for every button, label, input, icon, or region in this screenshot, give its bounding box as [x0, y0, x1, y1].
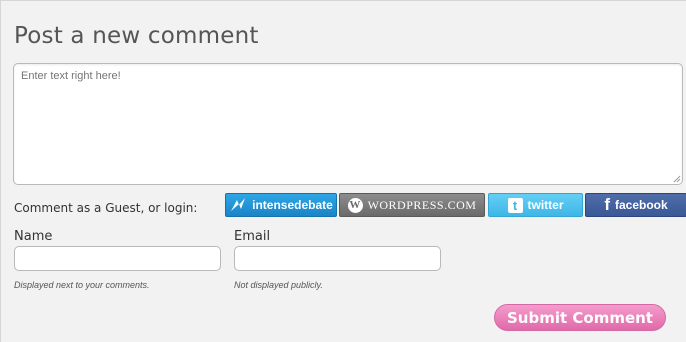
email-input[interactable] — [234, 246, 441, 271]
comment-panel: Post a new comment Comment as a Guest, o… — [0, 0, 686, 342]
intensedebate-login-button[interactable]: intensedebate — [225, 193, 337, 217]
twitter-login-button[interactable]: t twitter — [488, 193, 583, 217]
wordpress-label: WORDPRESS.COM — [367, 197, 477, 212]
name-hint: Displayed next to your comments. — [14, 280, 150, 290]
intensedebate-icon — [229, 197, 247, 213]
name-label: Name — [14, 229, 53, 244]
email-hint: Not displayed publicly. — [234, 280, 323, 290]
submit-comment-button[interactable]: Submit Comment — [494, 304, 666, 331]
facebook-label: facebook — [614, 198, 668, 212]
twitter-icon: t — [507, 197, 523, 213]
comment-textarea[interactable] — [13, 63, 683, 185]
login-row: Comment as a Guest, or login: — [14, 197, 204, 219]
intensedebate-label: intensedebate — [252, 198, 333, 212]
wordpress-login-button[interactable]: W WORDPRESS.COM — [339, 193, 485, 217]
email-label: Email — [234, 229, 271, 244]
name-input[interactable] — [14, 246, 221, 271]
wordpress-icon: W — [347, 197, 363, 213]
form-title: Post a new comment — [14, 23, 259, 49]
login-prompt: Comment as a Guest, or login: — [14, 201, 198, 215]
facebook-icon: f — [604, 195, 610, 214]
resize-grip-icon[interactable] — [673, 175, 681, 183]
twitter-label: twitter — [527, 198, 564, 212]
facebook-login-button[interactable]: f facebook — [585, 193, 686, 217]
